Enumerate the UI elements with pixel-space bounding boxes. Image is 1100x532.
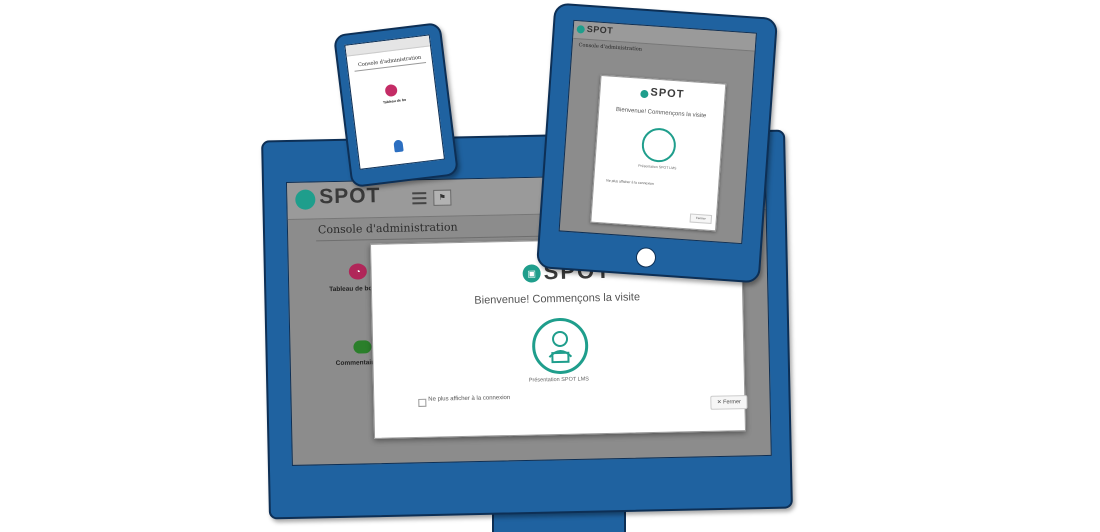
tablet-modal-title: Bienvenue! Commençons la visite: [615, 107, 707, 120]
hide-on-login-label[interactable]: Ne plus afficher à la connexion: [428, 395, 510, 403]
brand-name: SPOT: [319, 184, 381, 209]
presenter-illustration-icon[interactable]: [531, 317, 589, 375]
spot-logo-icon: [576, 25, 586, 34]
phone-browser-bar: [345, 35, 431, 57]
spot-logo-icon: ▣: [522, 264, 541, 283]
tablet-hide-on-login-label[interactable]: Ne plus afficher à la connexion: [606, 179, 654, 186]
tablet-close-button[interactable]: Fermer: [689, 213, 713, 224]
comments-bubble-icon[interactable]: [353, 340, 372, 354]
tablet-screen: SPOT Console d'administration SPOT Bienv…: [558, 19, 757, 245]
phone-tile-dashboard-label[interactable]: Tableau de bo: [353, 94, 437, 108]
phone-device: Console d'administration Tableau de bo: [333, 21, 459, 189]
dashboard-gauge-icon[interactable]: ◔: [348, 263, 368, 280]
tablet-illustration-caption: Présentation SPOT LMS: [638, 163, 677, 171]
close-button-label: Fermer: [723, 399, 741, 406]
tablet-home-button[interactable]: [635, 246, 657, 269]
page-title: Console d'administration: [317, 220, 458, 237]
hamburger-menu-icon[interactable]: [412, 192, 427, 205]
spot-logo-icon: [640, 89, 649, 99]
illustration-caption: Présentation SPOT LMS: [528, 376, 590, 384]
tablet-brand-name: SPOT: [586, 23, 614, 36]
dashboard-gauge-icon[interactable]: [384, 83, 398, 98]
language-flag-icon[interactable]: ⚑: [433, 189, 452, 206]
tablet-welcome-modal: SPOT Bienvenue! Commençons la visite Pré…: [590, 74, 727, 232]
tablet-device: SPOT Console d'administration SPOT Bienv…: [535, 2, 779, 284]
tile-dashboard-label[interactable]: Tableau de bo: [329, 285, 372, 293]
modal-title: Bienvenue! Commençons la visite: [474, 291, 641, 307]
tablet-modal-brand: SPOT: [650, 86, 685, 101]
presenter-illustration-icon[interactable]: [640, 126, 678, 164]
phone-screen: Console d'administration Tableau de bo: [344, 34, 445, 170]
user-icon[interactable]: [393, 139, 404, 153]
spot-logo-icon: [295, 189, 316, 210]
close-button[interactable]: ✕ Fermer: [710, 395, 748, 410]
tablet-page-title: Console d'administration: [578, 42, 643, 53]
hide-on-login-checkbox[interactable]: [418, 398, 427, 407]
